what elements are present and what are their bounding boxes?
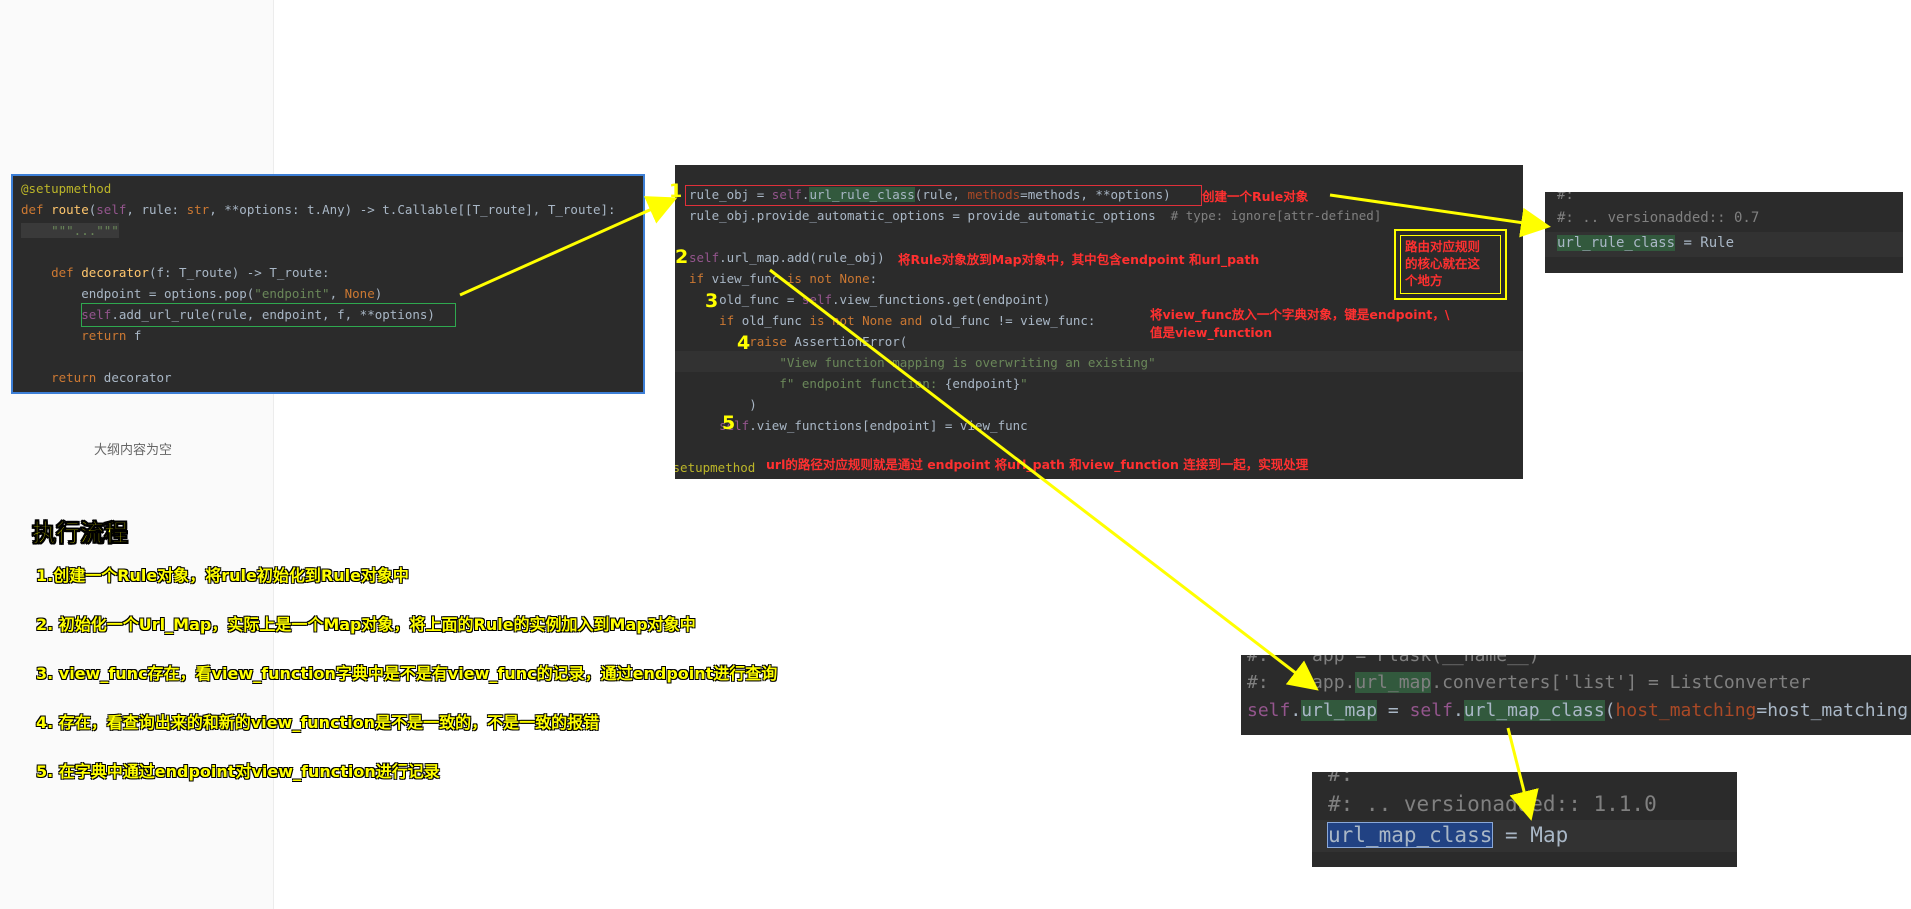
core-note-text: 路由对应规则 的核心就在这 个地方 bbox=[1400, 235, 1501, 294]
url-map-snippet: #: app = Flask(__name__) #: app.url_map.… bbox=[1241, 655, 1911, 735]
url-rule-class-snippet: #: #: .. versionadded:: 0.7 url_rule_cla… bbox=[1545, 192, 1903, 273]
code-line: self.url_map = self.url_map_class(host_m… bbox=[1247, 700, 1911, 721]
code-line: @setupmethod bbox=[21, 181, 112, 196]
code-line: rule_obj.provide_automatic_options = pro… bbox=[689, 208, 1382, 223]
code-line: raise AssertionError( bbox=[749, 334, 908, 349]
code-line: self.url_map.add(rule_obj) bbox=[689, 250, 885, 265]
flow-step: 2. 初始化一个Url_Map，实际上是一个Map对象，将上面的Rule的实例加… bbox=[36, 615, 696, 634]
code-line: ) bbox=[689, 397, 757, 412]
create-rule-note: 创建一个Rule对象 bbox=[1202, 189, 1309, 204]
route-code-snippet: @setupmethod def route(self, rule: str, … bbox=[11, 174, 645, 394]
outline-empty-text: 大纲内容为空 bbox=[94, 443, 173, 458]
rule-obj-highlight bbox=[685, 185, 1202, 206]
flow-step: 1.创建一个Rule对象，将rule初始化到Rule对象中 bbox=[36, 566, 409, 585]
code-line: return f bbox=[81, 328, 142, 343]
code-line: #: bbox=[1328, 772, 1354, 786]
flow-title: 执行流程 bbox=[32, 519, 129, 548]
code-line: old_func = self.view_functions.get(endpo… bbox=[689, 292, 1051, 307]
code-line: #: .. versionadded:: 0.7 bbox=[1557, 210, 1760, 226]
code-line: #: app.url_map.converters['list'] = List… bbox=[1247, 672, 1811, 693]
step-number-4: 4 bbox=[737, 332, 751, 354]
code-line: if old_func is not None and old_func != … bbox=[719, 313, 1096, 328]
code-line: "View function mapping is overwriting an… bbox=[779, 355, 1156, 370]
code-line: #: app = Flask(__name__) bbox=[1247, 655, 1540, 666]
step-number-3: 3 bbox=[705, 290, 719, 312]
core-note-box: 路由对应规则 的核心就在这 个地方 bbox=[1394, 229, 1507, 300]
summary-note: url的路径对应规则就是通过 endpoint 将url_path 和view_… bbox=[766, 457, 1309, 472]
flow-step: 5. 在字典中通过endpoint对view_function进行记录 bbox=[36, 762, 440, 781]
step-number-1: 1 bbox=[669, 180, 683, 202]
code-line: """...""" bbox=[21, 223, 119, 238]
code-line: url_map_class = Map bbox=[1326, 822, 1569, 848]
step-number-2: 2 bbox=[675, 246, 689, 268]
code-line: if view_func is not None: bbox=[689, 271, 878, 286]
flow-step: 3. view_func存在，看view_function字典中是不是有view… bbox=[36, 664, 778, 683]
flow-step: 4. 存在，看查询出来的和新的view_function是不是一致的，不是一致的… bbox=[36, 713, 600, 732]
add-to-map-note: 将Rule对象放到Map对象中，其中包含endpoint 和url_path bbox=[898, 252, 1260, 267]
code-line: return decorator bbox=[51, 370, 172, 385]
code-line: self.view_functions[endpoint] = view_fun… bbox=[719, 418, 1028, 433]
view-func-dict-note-1: 将view_func放入一个字典对象，键是endpoint，\ bbox=[1150, 307, 1450, 322]
code-line: f" endpoint function: {endpoint}" bbox=[779, 376, 1028, 391]
url-map-class-snippet: #: #: .. versionadded:: 1.1.0 url_map_cl… bbox=[1312, 772, 1737, 867]
code-line: #: bbox=[1557, 192, 1574, 203]
code-line: endpoint = options.pop("endpoint", None) bbox=[21, 286, 383, 301]
add-url-rule-highlight bbox=[81, 303, 456, 327]
code-line: #: .. versionadded:: 1.1.0 bbox=[1328, 792, 1657, 816]
code-line: def route(self, rule: str, **options: t.… bbox=[21, 202, 616, 217]
code-line: @setupmethod bbox=[675, 460, 756, 475]
code-line: def decorator(f: T_route) -> T_route: bbox=[51, 265, 330, 280]
code-line: url_rule_class = Rule bbox=[1557, 235, 1735, 251]
step-number-5: 5 bbox=[722, 412, 736, 434]
view-func-dict-note-2: 值是view_function bbox=[1150, 325, 1273, 340]
